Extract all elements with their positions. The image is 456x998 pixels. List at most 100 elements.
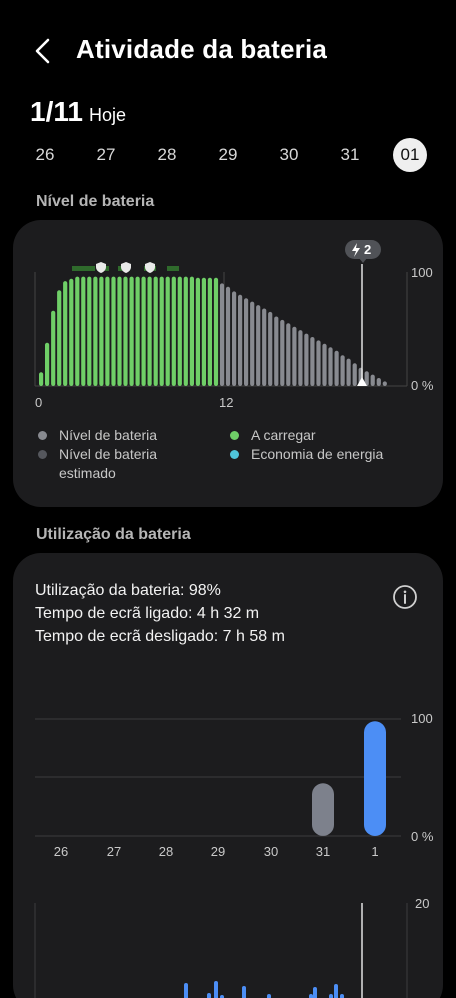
battery-level-bar <box>268 311 273 386</box>
charging-bar <box>117 276 122 386</box>
battery-level-bar <box>352 363 357 386</box>
battery-level-label: Nível de bateria <box>36 193 155 210</box>
y-axis-max-label: 100 <box>411 265 433 280</box>
date-main: 1/11 <box>30 96 83 127</box>
day-26[interactable]: 26 <box>28 138 62 172</box>
charging-bar <box>165 276 170 386</box>
legend-item: A carregar <box>230 426 421 445</box>
charge-count-text: 2 <box>364 242 371 257</box>
back-arrow-icon[interactable] <box>30 36 58 66</box>
battery-level-bar <box>304 333 309 386</box>
battery-level-bar <box>328 347 333 386</box>
legend-color-dot <box>230 450 239 459</box>
shield-icon <box>145 262 155 273</box>
charging-bar <box>213 277 219 386</box>
day-29[interactable]: 29 <box>211 138 245 172</box>
usage-y-min-label: 0 % <box>411 829 434 844</box>
x-axis-label-0: 0 <box>35 395 42 410</box>
hourly-usage-bar <box>267 994 271 998</box>
charging-bar <box>81 276 86 386</box>
legend-label: Nível de bateria <box>59 427 158 443</box>
charging-bar <box>189 276 194 386</box>
charging-bar <box>63 281 68 386</box>
hourly-usage-bar <box>242 986 246 998</box>
legend-color-dot <box>230 431 239 440</box>
charging-bar <box>129 276 134 386</box>
day-30[interactable]: 30 <box>272 138 306 172</box>
usage-bar-31[interactable] <box>312 783 334 836</box>
day-28[interactable]: 28 <box>150 138 184 172</box>
charging-bar <box>147 276 152 386</box>
charging-bar <box>93 276 98 386</box>
battery-level-bar <box>370 374 375 386</box>
shield-icon <box>121 262 131 273</box>
charging-bar <box>183 276 188 386</box>
battery-level-bar <box>346 358 351 386</box>
charging-bar <box>51 310 56 386</box>
charging-bar <box>195 277 200 386</box>
charging-bar <box>39 372 44 386</box>
battery-level-bar <box>286 323 291 386</box>
battery-level-bar <box>238 294 243 386</box>
charging-bar <box>69 278 74 386</box>
charge-count-badge: 2 <box>345 240 381 263</box>
hourly-usage-bar <box>313 987 317 998</box>
hourly-usage-bar <box>207 993 211 998</box>
battery-level-bar <box>232 291 237 386</box>
charging-bar <box>135 276 140 386</box>
battery-level-bar <box>225 286 231 386</box>
charging-bar <box>45 342 50 386</box>
battery-usage-chart: 100 0 % 26 27 28 29 30 31 1 20 <box>34 711 434 998</box>
battery-level-bar <box>250 301 255 386</box>
hourly-usage-bar <box>184 983 188 998</box>
battery-level-bar <box>340 355 345 386</box>
battery-level-bar <box>219 283 225 386</box>
charging-bar <box>105 276 110 386</box>
y-axis-min-label: 0 % <box>411 378 434 393</box>
battery-usage-card: Utilização da bateria: 98% Tempo de ecrã… <box>13 553 443 998</box>
day-01[interactable]: 01 <box>393 138 427 172</box>
legend-color-dot <box>38 450 47 459</box>
day-27[interactable]: 27 <box>89 138 123 172</box>
usage-x-label-26: 26 <box>54 844 68 859</box>
charging-bar <box>111 276 116 386</box>
charging-bar <box>153 276 158 386</box>
battery-level-bar <box>244 298 249 386</box>
legend-label: A carregar <box>251 427 316 443</box>
battery-level-bar <box>382 381 387 386</box>
charging-bar <box>159 276 164 386</box>
day-selector: 26 27 28 29 30 31 01 <box>0 138 456 172</box>
battery-protect-marker <box>72 266 84 271</box>
hourly-usage-bar <box>334 984 338 998</box>
x-axis-label-12: 12 <box>219 395 233 410</box>
usage-x-label-29: 29 <box>211 844 225 859</box>
battery-level-bar <box>322 343 327 386</box>
battery-level-bar <box>316 340 321 386</box>
battery-level-bar <box>280 319 285 386</box>
charging-bar <box>87 276 92 386</box>
battery-level-bar <box>298 330 303 386</box>
charging-bar <box>57 290 62 386</box>
charging-bar <box>201 277 206 386</box>
charging-bar <box>75 276 80 386</box>
hourly-usage-bar <box>309 994 313 998</box>
page-title: Atividade da bateria <box>76 34 328 64</box>
battery-level-bar <box>262 308 267 386</box>
battery-protect-marker <box>83 266 95 271</box>
charging-bar <box>177 276 182 386</box>
legend-item: Nível de bateria estimado <box>38 445 177 483</box>
hourly-usage-bar <box>214 981 218 998</box>
legend-label: Economia de energia <box>251 446 384 462</box>
charging-bar <box>99 276 104 386</box>
battery-level-card: 2 100 0 % 0 12 Nível de bateria Nível de bate… <box>13 220 443 507</box>
legend-label: Nível de bateria estimado <box>59 446 158 481</box>
day-31[interactable]: 31 <box>333 138 367 172</box>
current-date: 1/11 Hoje <box>30 96 126 130</box>
usage-x-label-28: 28 <box>159 844 173 859</box>
charging-bar <box>123 276 128 386</box>
app-header: Atividade da bateria <box>0 0 456 100</box>
charging-bar <box>141 276 146 386</box>
battery-level-bar <box>310 337 315 386</box>
usage-bar-1[interactable] <box>364 721 386 836</box>
hourly-usage-bar <box>329 994 333 998</box>
